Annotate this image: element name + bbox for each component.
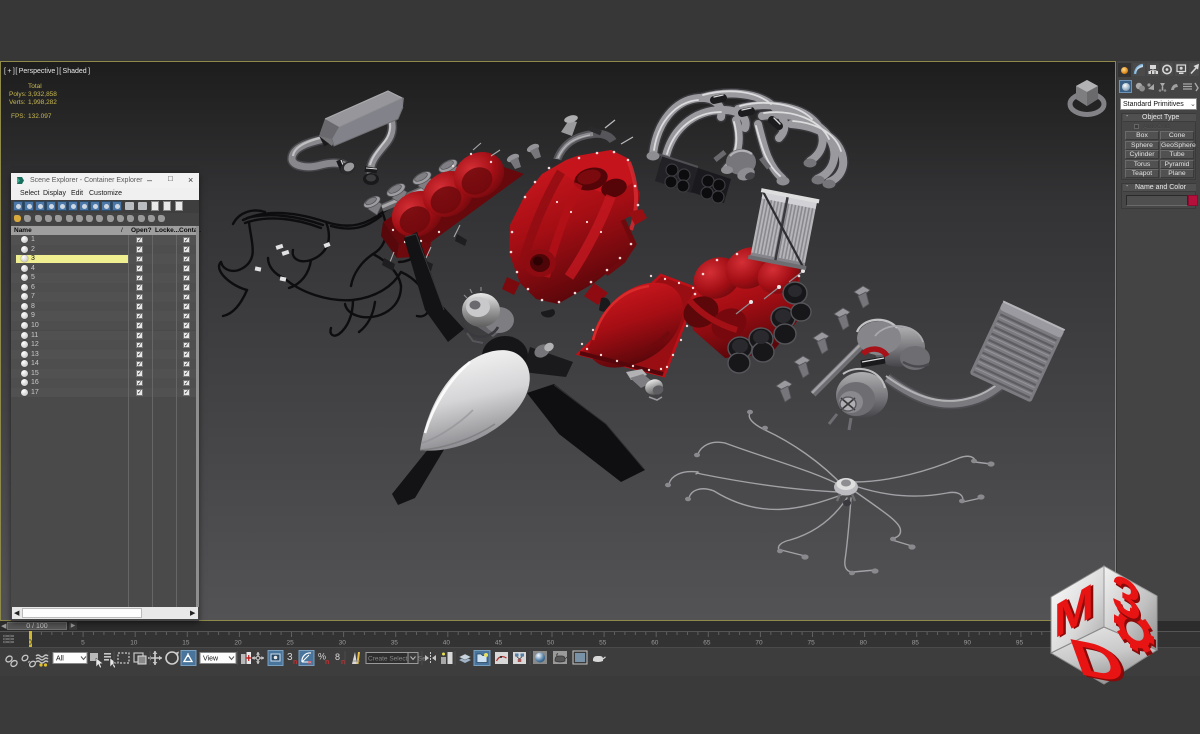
svg-text:55: 55 <box>599 640 607 647</box>
svg-text:35: 35 <box>391 640 399 647</box>
svg-text:65: 65 <box>703 640 711 647</box>
svg-text:75: 75 <box>808 640 816 647</box>
svg-text:5: 5 <box>81 640 85 647</box>
svg-text:40: 40 <box>443 640 451 647</box>
svg-text:90: 90 <box>964 640 972 647</box>
svg-text:60: 60 <box>651 640 659 647</box>
svg-text:25: 25 <box>287 640 295 647</box>
svg-text:15: 15 <box>182 640 190 647</box>
svg-text:30: 30 <box>339 640 347 647</box>
svg-text:95: 95 <box>1016 640 1024 647</box>
svg-text:8: 8 <box>335 652 340 662</box>
svg-text:85: 85 <box>912 640 920 647</box>
svg-text:20: 20 <box>234 640 242 647</box>
svg-text:n: n <box>293 659 297 666</box>
svg-text:10: 10 <box>130 640 138 647</box>
svg-text:All: All <box>56 656 64 663</box>
svg-text:n: n <box>325 659 329 666</box>
svg-text:45: 45 <box>495 640 503 647</box>
svg-text:View: View <box>203 656 219 663</box>
svg-text:50: 50 <box>547 640 555 647</box>
svg-text:n: n <box>308 660 312 667</box>
svg-text:0: 0 <box>28 640 32 647</box>
svg-text:70: 70 <box>755 640 763 647</box>
svg-text:80: 80 <box>860 640 868 647</box>
